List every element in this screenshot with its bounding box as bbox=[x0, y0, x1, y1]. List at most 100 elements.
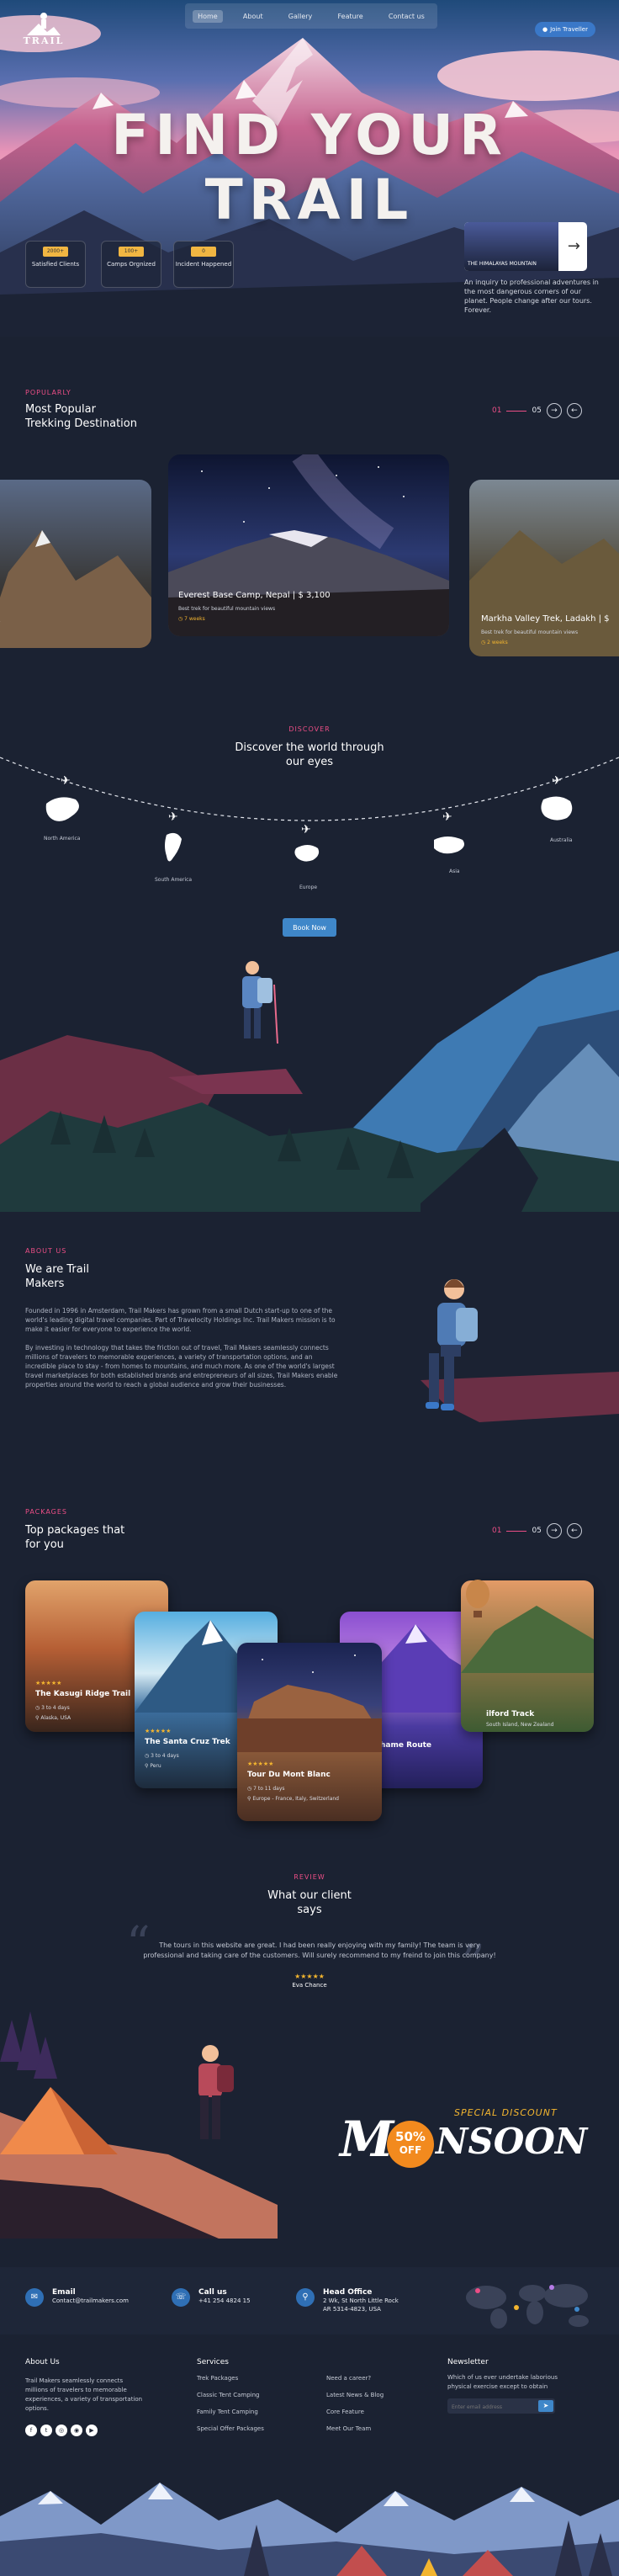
sitting-hiker-illustration bbox=[421, 1279, 619, 1422]
package-duration: ◷ 3 to 4 days bbox=[145, 1753, 179, 1759]
about-paragraph: Founded in 1996 in Amsterdam, Trail Make… bbox=[25, 1307, 336, 1333]
nav-about[interactable]: About bbox=[238, 10, 268, 23]
asia-shape bbox=[434, 837, 464, 854]
package-location: ⚲ Europe - France, Italy, Switzerland bbox=[247, 1796, 339, 1802]
newsletter-email-input[interactable] bbox=[447, 2399, 535, 2415]
stat-label: Satisfied Clients bbox=[31, 261, 80, 268]
promo-word-start: M bbox=[340, 2111, 394, 2168]
plane-icon: ✈ bbox=[552, 774, 562, 788]
north-america-shape bbox=[45, 797, 79, 821]
join-traveller-button[interactable]: ● Join Traveller bbox=[535, 22, 595, 37]
contact-title: Head Office bbox=[323, 2288, 373, 2297]
social-links: f t ◎ ◉ ▶ bbox=[25, 2422, 143, 2439]
card-title: Everest Base Camp, Nepal | $ 3,100 bbox=[178, 591, 331, 600]
continent-label: South America bbox=[155, 877, 193, 883]
nav-contact[interactable]: Contact us bbox=[384, 10, 430, 23]
promo-special-discount: SPECIAL DISCOUNT bbox=[454, 2107, 558, 2118]
card-title-text: Everest Base Camp, Nepal bbox=[178, 591, 290, 600]
package-card[interactable]: ★★★★★ Tour Du Mont Blanc ◷ 7 to 11 days … bbox=[237, 1643, 382, 1821]
package-title: ilford Track bbox=[486, 1710, 535, 1718]
nav-feature[interactable]: Feature bbox=[332, 10, 368, 23]
send-button[interactable]: ➤ bbox=[538, 2400, 553, 2412]
europe-shape bbox=[294, 845, 320, 862]
featured-mountain-card[interactable]: THE HIMALAYAS MOUNTAIN → bbox=[464, 222, 587, 271]
about-eyebrow: ABOUT US bbox=[25, 1247, 67, 1255]
footer-link[interactable]: Meet Our Team bbox=[326, 2420, 427, 2437]
destination-card[interactable]: Markha Valley Trek, Ladakh | $ Best trek… bbox=[469, 480, 619, 656]
footer-mountain-illustration bbox=[0, 2483, 619, 2576]
arrow-right-icon[interactable]: → bbox=[568, 237, 580, 255]
youtube-icon[interactable]: ▶ bbox=[86, 2425, 98, 2436]
featured-mountain-title: THE HIMALAYAS MOUNTAIN bbox=[464, 222, 558, 271]
footer-link[interactable]: Core Feature bbox=[326, 2403, 427, 2420]
footer-link[interactable]: Classic Tent Camping bbox=[197, 2387, 298, 2403]
rating-stars: ★★★★★ bbox=[247, 1761, 274, 1767]
facebook-icon[interactable]: f bbox=[25, 2425, 37, 2436]
footer-about-title: About Us bbox=[25, 2358, 60, 2366]
continent-label: Australia bbox=[550, 837, 573, 843]
hot-air-balloon-icon bbox=[466, 1580, 489, 1617]
plane-icon: ✈ bbox=[168, 810, 178, 824]
pager-total: 05 bbox=[532, 406, 542, 415]
footer-link[interactable]: Family Tent Camping bbox=[197, 2403, 298, 2420]
hero-description: An inquiry to professional adventures in… bbox=[464, 279, 599, 314]
nav-home[interactable]: Home bbox=[193, 9, 223, 23]
contact-value: Contact@trailmakers.com bbox=[52, 2297, 129, 2304]
newsletter-title: Newsletter bbox=[447, 2358, 489, 2366]
duration-text: 3 to 4 days bbox=[41, 1705, 70, 1711]
stat-card: 2000+ Satisfied Clients bbox=[25, 241, 86, 288]
prev-arrow-icon[interactable]: ← bbox=[566, 1523, 582, 1538]
contact-title: Email bbox=[52, 2288, 76, 2297]
world-route-map: ✈ ✈ ✈ ✈ ✈ bbox=[0, 757, 619, 862]
footer-links: Need a career? Latest News & Blog Core F… bbox=[326, 2370, 427, 2437]
footer-link[interactable]: Need a career? bbox=[326, 2370, 427, 2387]
hero-section: TRAIL Home About Gallery Feature Contact… bbox=[0, 0, 619, 337]
footer-link[interactable]: Special Offer Packages bbox=[197, 2420, 298, 2437]
continent-label: North America bbox=[44, 836, 81, 842]
footer-about-text: Trail Makers seamlessly connects million… bbox=[25, 2377, 143, 2412]
newsletter-text: Which of us ever undertake laborious phy… bbox=[447, 2374, 558, 2390]
footer-services-title: Services bbox=[197, 2358, 229, 2366]
pinterest-icon[interactable]: ◉ bbox=[71, 2425, 82, 2436]
stat-badge: 0 bbox=[191, 247, 216, 257]
card-title: Markha Valley Trek, Ladakh | $ bbox=[481, 614, 610, 624]
photographer-figure bbox=[198, 2045, 234, 2139]
package-title: The Kasugi Ridge Trail bbox=[35, 1690, 131, 1698]
stat-label: Incident Happened bbox=[175, 261, 232, 268]
destination-card[interactable]: 00 bbox=[0, 480, 151, 648]
south-america-shape bbox=[165, 832, 182, 862]
rating-stars: ★★★★★ bbox=[294, 1973, 325, 1980]
location-icon: ⚲ bbox=[296, 2288, 315, 2307]
nav-gallery[interactable]: Gallery bbox=[283, 10, 318, 23]
discover-eyebrow: DISCOVER bbox=[288, 725, 331, 733]
review-quote: The tours in this website are great. I h… bbox=[143, 1941, 496, 1959]
prev-arrow-icon[interactable]: ← bbox=[566, 403, 582, 418]
destination-card[interactable]: Everest Base Camp, Nepal | $ 3,100 Best … bbox=[168, 454, 449, 636]
continent-label: Europe bbox=[299, 884, 318, 890]
card-days-text: 2 weeks bbox=[487, 640, 508, 645]
duration-text: 7 to 11 days bbox=[253, 1786, 285, 1792]
pager-line bbox=[506, 410, 527, 412]
about-paragraph: By investing in technology that takes th… bbox=[25, 1344, 338, 1389]
popular-title-2: Trekking Destination bbox=[25, 417, 137, 430]
next-arrow-icon[interactable]: → bbox=[546, 403, 562, 418]
twitter-icon[interactable]: t bbox=[40, 2425, 52, 2436]
card-image bbox=[237, 1654, 382, 1752]
package-title: The Santa Cruz Trek bbox=[145, 1738, 230, 1746]
package-location: ⚲ Alaska, USA bbox=[35, 1715, 71, 1721]
card-days-text: 7 weeks bbox=[184, 616, 205, 622]
next-arrow-icon[interactable]: → bbox=[546, 1523, 562, 1538]
package-location: ⚲ Peru bbox=[145, 1763, 161, 1769]
location-text: Peru bbox=[150, 1763, 161, 1769]
hiker-logo-icon bbox=[27, 13, 61, 35]
promo-off: OFF bbox=[399, 2144, 422, 2156]
brand-logo[interactable]: TRAIL bbox=[19, 12, 69, 50]
stat-badge: 2000+ bbox=[43, 247, 68, 257]
footer-link[interactable]: Latest News & Blog bbox=[326, 2387, 427, 2403]
footer-link[interactable]: Trek Packages bbox=[197, 2370, 298, 2387]
instagram-icon[interactable]: ◎ bbox=[56, 2425, 67, 2436]
pager-line bbox=[506, 1530, 527, 1532]
stat-label: Camps Orgnized bbox=[107, 261, 156, 268]
stat-badge: 100+ bbox=[119, 247, 144, 257]
review-title-1: What our client bbox=[267, 1889, 352, 1902]
